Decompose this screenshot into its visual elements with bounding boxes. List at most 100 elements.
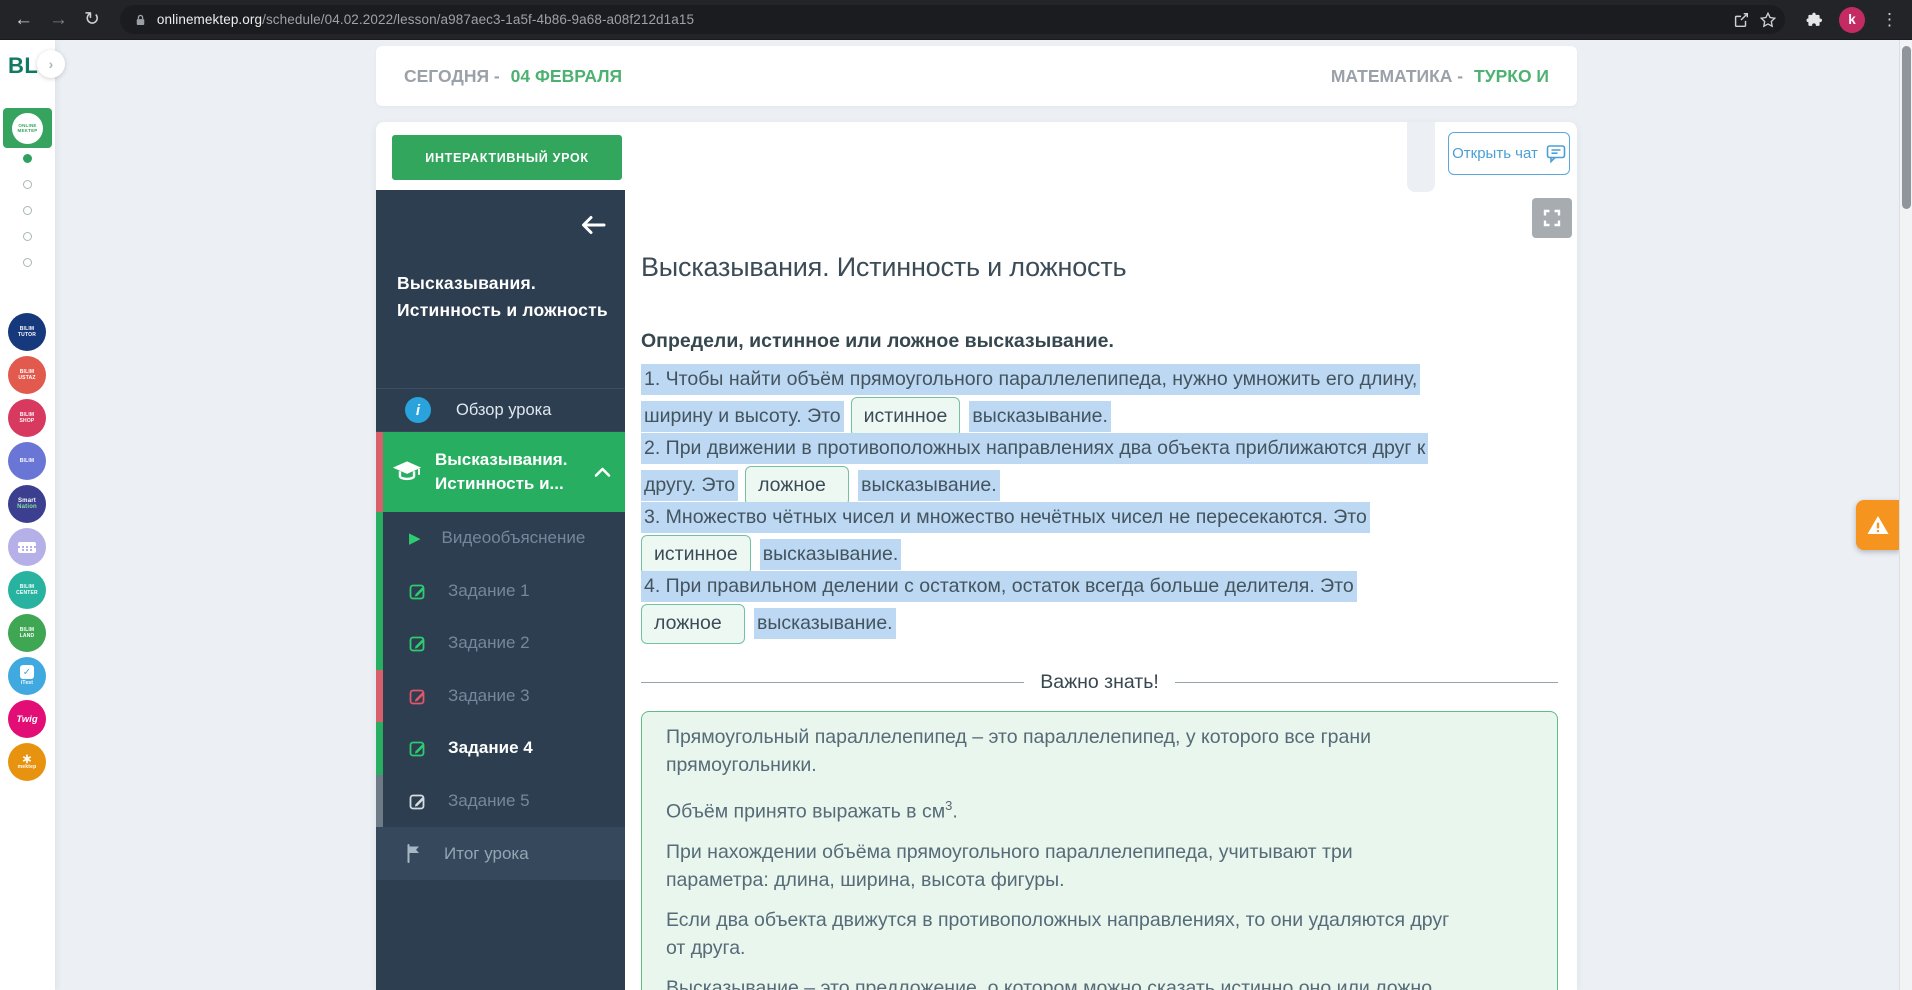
open-chat-label: Открыть чат — [1452, 145, 1538, 162]
browser-toolbar: ← → ↻ onlinemektep.org/schedule/04.02.20… — [0, 0, 1912, 40]
bl-logo: BL — [8, 53, 39, 78]
sidebar-item-задание-5[interactable]: ▶ Задание 5 — [376, 774, 625, 828]
rail-expand-button[interactable]: › — [37, 50, 65, 78]
sidebar-section-active[interactable]: Высказывания. Истинность и... — [376, 432, 625, 512]
divider-label: Важно знать! — [1040, 670, 1159, 693]
task-pencil-icon — [409, 687, 427, 705]
back-arrow-button[interactable] — [580, 214, 607, 236]
divider-line — [641, 681, 1025, 683]
online-mektep-logo: ONLINE MEKTEP — [12, 112, 43, 144]
bookmark-star-icon[interactable] — [1759, 11, 1777, 29]
reload-icon[interactable]: ↻ — [84, 0, 100, 40]
sidebar-item-задание-3[interactable]: ▶ Задание 3 — [376, 669, 625, 723]
teacher-name: ТУРКО И — [1474, 65, 1549, 86]
forward-icon[interactable]: → — [49, 0, 68, 40]
sidebar-item-задание-2[interactable]: ▶ Задание 2 — [376, 617, 625, 670]
app-icon-bilim-center[interactable]: BILIM CENTER — [8, 571, 46, 609]
flag-icon — [406, 844, 422, 863]
sidebar-item-задание-4[interactable]: ▶ Задание 4 — [376, 722, 625, 775]
statement-post: высказывание. — [858, 469, 1000, 501]
lock-icon — [133, 12, 148, 28]
sidebar-item-summary[interactable]: Итог урока — [376, 827, 625, 880]
app-icon-bilim-land[interactable]: BILIM LAND — [8, 614, 46, 652]
task-pencil-icon — [409, 634, 427, 652]
task-prompt: Определи, истинное или ложное высказыван… — [641, 330, 1114, 352]
page: СЕГОДНЯ - 04 ФЕВРАЛЯ МАТЕМАТИКА - ТУРКО … — [55, 40, 1912, 990]
statement: 4. При правильном делении с остатком, ос… — [641, 569, 1558, 644]
statement-line1: 3. Множество чётных чисел и множество не… — [641, 502, 1370, 533]
important-divider: Важно знать! — [641, 669, 1558, 695]
lesson-sidebar: Высказывания. Истинность и ложность i Об… — [376, 190, 625, 990]
app-icon-keyboard-app[interactable] — [8, 528, 46, 566]
subject-block: МАТЕМАТИКА - ТУРКО И — [1331, 66, 1549, 87]
play-icon: ▶ — [409, 529, 421, 547]
report-problem-button[interactable] — [1856, 500, 1900, 550]
sidebar-item-label: Задание 1 — [448, 580, 530, 600]
app-icon-bilim-shop[interactable]: BILIM SHOP — [8, 399, 46, 437]
statement: 2. При движении в противоположных направ… — [641, 431, 1558, 506]
today-label: СЕГОДНЯ - — [404, 65, 500, 86]
task-pencil-icon — [409, 739, 427, 757]
online-mektep-tile[interactable]: ONLINE MEKTEP — [3, 108, 52, 148]
divider-line — [1174, 681, 1558, 683]
app-icon-bilim-ustaz[interactable]: BILIM USTAZ — [8, 356, 46, 394]
app-rail: BL › ONLINE MEKTEP BILIM TUTOR BILIM USTAZ BI… — [0, 40, 65, 990]
statement-line1: 2. При движении в противоположных направ… — [641, 433, 1429, 464]
statement-line1: 4. При правильном делении с остатком, ос… — [641, 571, 1357, 602]
dot[interactable] — [23, 180, 32, 189]
page-title: Высказывания. Истинность и ложность — [641, 252, 1127, 282]
dot[interactable] — [23, 206, 32, 215]
task-pencil-icon — [409, 582, 427, 600]
sidebar-items: ▶ Видеообъяснение ▶ Задание 1 ▶ — [376, 512, 625, 827]
sidebar-item-label: Видеообъяснение — [441, 528, 586, 548]
keyboard-icon — [18, 541, 36, 553]
back-icon[interactable]: ← — [14, 0, 33, 40]
sidebar-item-label: Задание 4 — [448, 738, 533, 758]
dot[interactable] — [23, 258, 32, 267]
address-bar[interactable]: onlinemektep.org/schedule/04.02.2022/les… — [119, 5, 1785, 34]
statement-line2: ширину и высоту. Это — [641, 400, 844, 432]
extensions-puzzle-icon[interactable] — [1805, 11, 1823, 29]
app-icon-twig[interactable]: Twig — [8, 700, 46, 738]
app-icon-smart-nation[interactable]: Smart Nation — [8, 485, 46, 523]
statement-post: высказывание. — [969, 400, 1111, 432]
dot-active[interactable] — [23, 154, 32, 163]
sidebar-item-видеообъяснение[interactable]: ▶ Видеообъяснение — [376, 512, 625, 565]
statement: 3. Множество чётных чисел и множество не… — [641, 500, 1558, 575]
warning-triangle-icon — [1866, 514, 1890, 536]
section-label: Высказывания. Истинность и... — [435, 450, 568, 493]
statement-line2: другу. Это — [641, 469, 739, 501]
overview-label: Обзор урока — [456, 400, 552, 419]
sidebar-item-label: Задание 2 — [448, 633, 530, 653]
share-icon[interactable] — [1732, 11, 1750, 29]
rail-progress-dots — [0, 154, 55, 267]
dot[interactable] — [23, 232, 32, 241]
info-paragraph: При нахождении объёма прямоугольного пар… — [666, 841, 1353, 891]
sidebar-item-label: Задание 5 — [448, 790, 530, 810]
info-icon: i — [405, 397, 431, 423]
sidebar-item-label: Задание 3 — [448, 685, 530, 705]
asterisk-icon: ∗ — [21, 750, 33, 766]
sidebar-item-задание-1[interactable]: ▶ Задание 1 — [376, 564, 625, 618]
profile-avatar[interactable]: k — [1839, 6, 1865, 33]
browser-menu-icon[interactable]: ⋮ — [1881, 0, 1898, 40]
lesson-title-sidebar: Высказывания. Истинность и ложность — [397, 273, 608, 320]
task-pencil-icon — [409, 792, 427, 810]
summary-label: Итог урока — [444, 843, 529, 863]
app-icon-bilim-tutor[interactable]: BILIM TUTOR — [8, 313, 46, 351]
app-icon-imektep[interactable]: ∗ mektep — [8, 743, 46, 781]
app-icon-bilim[interactable]: BILIM — [8, 442, 46, 480]
answer-select[interactable]: ложное — [641, 603, 745, 644]
url-text: onlinemektep.org/schedule/04.02.2022/les… — [156, 12, 695, 27]
interactive-lesson-tab[interactable]: ИНТЕРАКТИВНЫЙ УРОК — [392, 135, 622, 180]
chevron-up-icon — [594, 467, 611, 478]
sidebar-item-overview[interactable]: i Обзор урока — [376, 388, 625, 432]
scrollbar-thumb[interactable] — [1902, 46, 1911, 209]
doc-check-icon: ✓ — [20, 665, 34, 680]
statements: 1. Чтобы найти объём прямоугольного пара… — [641, 362, 1558, 644]
app-icon-itest[interactable]: ✓ iTest — [8, 657, 46, 695]
open-chat-button[interactable]: Открыть чат — [1448, 132, 1570, 175]
chat-bubble-icon — [1546, 144, 1566, 163]
statement-line1: 1. Чтобы найти объём прямоугольного пара… — [641, 364, 1421, 395]
page-scrollbar[interactable] — [1899, 40, 1912, 990]
